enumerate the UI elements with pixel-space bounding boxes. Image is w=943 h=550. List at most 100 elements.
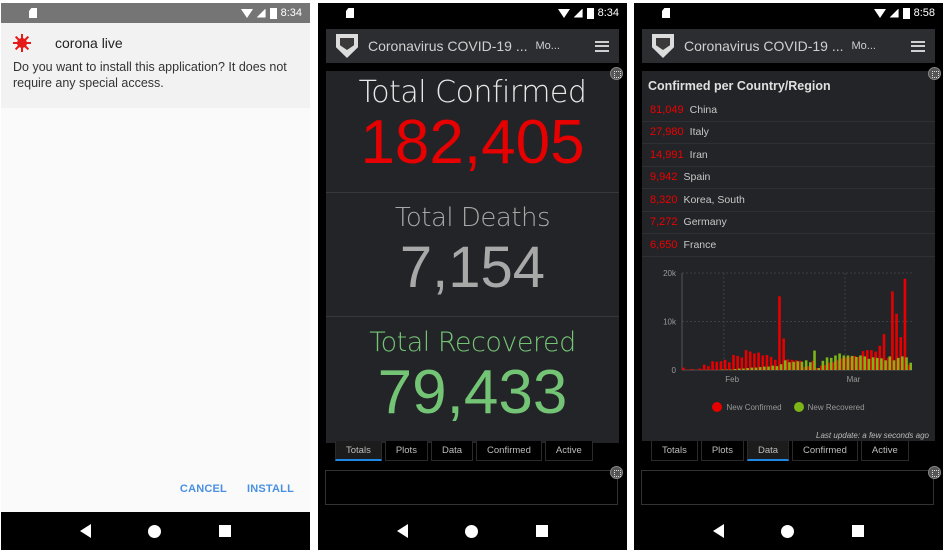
bar-new-recovered	[809, 362, 812, 370]
bar-new-confirmed	[711, 361, 714, 370]
status-bar: 8:34	[1, 3, 310, 23]
expand-icon[interactable]	[610, 466, 623, 479]
country-row[interactable]: 27,980 Italy	[642, 122, 935, 144]
legend-dot-icon	[712, 402, 723, 412]
legend-dot-icon	[793, 402, 804, 412]
tab-data[interactable]: Data	[430, 441, 474, 461]
bottom-panel	[325, 470, 618, 505]
y-tick-label: 20k	[663, 269, 677, 278]
country-name: Italy	[689, 126, 709, 139]
country-row[interactable]: 8,320 Korea, South	[642, 189, 935, 212]
battery-icon	[269, 7, 277, 19]
tab-data[interactable]: Data	[746, 441, 790, 461]
signal-icon	[889, 8, 899, 18]
tab-plots[interactable]: Plots	[700, 441, 744, 461]
country-name: Korea, South	[683, 193, 745, 206]
bar-new-recovered	[763, 366, 766, 370]
x-tick-label: Feb	[725, 375, 739, 384]
bar-new-recovered	[896, 357, 900, 370]
total-confirmed-label: Total Confirmed	[358, 75, 587, 110]
recents-icon[interactable]	[219, 525, 232, 537]
bar-new-recovered	[850, 355, 854, 370]
data-panel: Confirmed per Country/Region 81,049 China…	[642, 71, 935, 441]
tab-active[interactable]: Active	[544, 441, 593, 461]
legend-item-new-recovered[interactable]: New Recovered	[793, 402, 865, 412]
wifi-icon	[557, 8, 570, 18]
home-icon[interactable]	[781, 524, 795, 538]
country-count: 9,942	[650, 171, 678, 184]
legend-label: New Confirmed	[726, 402, 782, 412]
dashboard-header: Coronavirus COVID-19 ... Mo...	[642, 29, 935, 63]
bar-new-recovered	[859, 355, 862, 370]
country-row[interactable]: 7,272 Germany	[642, 212, 935, 234]
bar-new-recovered	[783, 360, 787, 370]
bar-new-recovered	[733, 369, 737, 370]
tab-confirmed[interactable]: Confirmed	[792, 441, 858, 461]
country-count: 14,991	[650, 148, 684, 161]
bar-new-confirmed	[715, 361, 719, 370]
cancel-button[interactable]: CANCEL	[180, 483, 227, 495]
shield-icon	[336, 34, 358, 58]
bar-new-recovered	[905, 357, 908, 370]
recents-icon[interactable]	[852, 525, 865, 537]
chart-svg: 0 10k 20k Feb Mar	[663, 269, 912, 384]
back-icon[interactable]	[79, 524, 91, 538]
last-update-text: Last update: a few seconds ago	[816, 431, 929, 440]
battery-icon	[902, 7, 910, 19]
bar-new-recovered	[892, 360, 896, 370]
bar-new-recovered	[746, 368, 749, 370]
total-confirmed-block: Total Confirmed 182,405	[326, 71, 619, 193]
tab-bar: Totals Plots Data Confirmed Active	[651, 441, 909, 461]
tab-plots[interactable]: Plots	[384, 441, 428, 461]
legend-item-new-confirmed[interactable]: New Confirmed	[712, 402, 782, 412]
chart-legend: New Confirmed New Recovered	[642, 402, 935, 412]
bar-new-recovered	[775, 366, 779, 370]
tab-totals[interactable]: Totals	[335, 441, 382, 461]
bar-new-recovered	[737, 368, 741, 370]
bar-new-recovered	[846, 355, 850, 370]
bar-new-confirmed	[744, 350, 748, 370]
bar-new-recovered	[909, 362, 912, 370]
recents-icon[interactable]	[536, 525, 549, 537]
battery-icon	[586, 7, 594, 19]
country-count: 6,650	[650, 238, 678, 251]
bar-new-recovered	[884, 360, 887, 370]
hamburger-menu-icon[interactable]	[595, 40, 609, 52]
shield-icon	[652, 34, 674, 58]
home-icon[interactable]	[148, 524, 162, 538]
y-tick-label: 0	[672, 366, 677, 375]
bar-new-confirmed	[891, 291, 894, 370]
bar-new-confirmed	[707, 366, 710, 370]
total-deaths-value: 7,154	[399, 235, 546, 300]
install-header: corona live Do you want to install this …	[1, 23, 310, 108]
country-row[interactable]: 81,049 China	[642, 99, 935, 122]
data-screen: 8:58 Coronavirus COVID-19 ... Mo... Conf…	[634, 3, 943, 550]
home-icon[interactable]	[465, 524, 479, 538]
country-row[interactable]: 9,942 Spain	[642, 167, 935, 189]
bar-new-recovered	[888, 356, 892, 370]
tab-active[interactable]: Active	[860, 441, 909, 461]
bar-new-confirmed	[698, 368, 702, 370]
bar-new-recovered	[842, 355, 846, 370]
country-row[interactable]: 6,650 France	[642, 234, 935, 257]
tab-confirmed[interactable]: Confirmed	[476, 441, 542, 461]
legend-label: New Recovered	[807, 402, 865, 412]
expand-icon[interactable]	[928, 67, 941, 80]
hamburger-menu-icon[interactable]	[911, 40, 925, 52]
bar-new-recovered	[771, 365, 774, 370]
bottom-panel	[641, 470, 934, 505]
bar-new-confirmed	[753, 353, 756, 370]
bar-new-recovered	[800, 361, 804, 370]
expand-icon[interactable]	[610, 67, 623, 80]
tab-totals[interactable]: Totals	[651, 441, 698, 461]
bar-new-recovered	[796, 361, 800, 370]
install-button[interactable]: INSTALL	[247, 483, 294, 495]
country-count: 27,980	[650, 126, 684, 139]
back-icon[interactable]	[396, 524, 408, 538]
expand-icon[interactable]	[928, 466, 941, 479]
country-row[interactable]: 14,991 Iran	[642, 144, 935, 167]
back-icon[interactable]	[712, 524, 724, 538]
bar-new-recovered	[863, 356, 866, 370]
install-screen: 8:34 corona live Do you want to install …	[1, 3, 310, 550]
bar-new-confirmed	[732, 354, 735, 370]
